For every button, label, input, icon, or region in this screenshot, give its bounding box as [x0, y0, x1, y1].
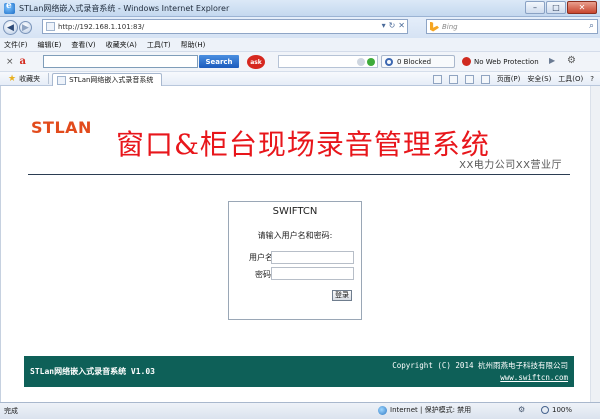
forward-button[interactable]: ▶: [19, 21, 32, 34]
header-divider: [28, 174, 570, 175]
window-title: STLan网络嵌入式录音系统 - Windows Internet Explor…: [19, 3, 230, 13]
menu-bar: 文件(F) 编辑(E) 查看(V) 收藏夹(A) 工具(T) 帮助(H): [0, 38, 600, 51]
status-tools: ⚙: [518, 405, 525, 414]
status-dot-icon: [357, 57, 365, 66]
ask-toolbar: × a Search ask 0 Blocked No Web Protecti…: [0, 51, 600, 71]
username-label: 用户名: [249, 253, 273, 262]
ask-logo-icon: a: [19, 55, 27, 67]
security-zone[interactable]: Internet | 保护模式: 禁用: [378, 405, 471, 415]
favorites-label[interactable]: 收藏夹: [19, 74, 40, 84]
zoom-control[interactable]: 100%: [541, 406, 572, 414]
menu-tools[interactable]: 工具(T): [147, 40, 171, 50]
cmd-page[interactable]: 页面(P): [497, 74, 521, 84]
divider: [48, 73, 50, 84]
password-label: 密码: [255, 270, 271, 279]
tab-title: STLan网络嵌入式录音系统: [69, 76, 154, 84]
mail-icon[interactable]: [464, 74, 474, 84]
status-text: 完成: [4, 407, 18, 415]
compat-view-icon[interactable]: ▾: [382, 21, 386, 30]
login-button[interactable]: 登录: [332, 290, 352, 301]
window-controls: – □ ✕: [524, 1, 597, 14]
globe-icon: [378, 405, 387, 415]
toolbar-search-input[interactable]: [43, 55, 198, 68]
check-icon: [367, 57, 375, 66]
no-entry-icon: [462, 57, 471, 66]
menu-file[interactable]: 文件(F): [4, 40, 28, 50]
favorites-star-icon[interactable]: ★: [8, 74, 16, 84]
toolbar-close-icon[interactable]: ×: [6, 57, 14, 67]
copyright-text: Copyright (C) 2014 杭州雨燕电子科技有限公司: [392, 361, 568, 370]
menu-favorites[interactable]: 收藏夹(A): [106, 40, 137, 50]
ask-badge[interactable]: ask: [247, 55, 265, 69]
cmd-safety[interactable]: 安全(S): [527, 74, 551, 84]
search-icon[interactable]: ⌕: [589, 21, 594, 31]
print-icon[interactable]: [480, 74, 490, 84]
blocked-icon: [385, 57, 393, 66]
page-footer: STLan网络嵌入式录音系统 V1.03 Copyright (C) 2014 …: [24, 356, 574, 387]
status-bar: 完成 Internet | 保护模式: 禁用 ⚙ 100%: [0, 402, 600, 419]
close-button[interactable]: ✕: [567, 1, 597, 14]
zoom-level: 100%: [552, 406, 573, 414]
menu-view[interactable]: 查看(V): [71, 40, 95, 50]
password-input[interactable]: [271, 267, 354, 280]
feeds-icon[interactable]: [448, 74, 458, 84]
web-protection-status[interactable]: No Web Protection: [462, 55, 544, 68]
stlan-logo: STLAN: [31, 118, 92, 137]
address-bar: ◀ ▶ http://192.168.1.101:83/ ▾ ↻ ✕ Bing …: [0, 17, 600, 38]
page-subtitle: XX电力公司XX营业厅: [459, 160, 562, 171]
help-icon[interactable]: ?: [590, 75, 594, 83]
zoom-icon: [541, 406, 549, 414]
toolbar-more-icon[interactable]: ▶: [549, 56, 555, 65]
toolbar-status-field[interactable]: [278, 55, 378, 68]
minimize-button[interactable]: –: [525, 1, 545, 14]
tab-page-icon: [57, 75, 67, 85]
zone-label: Internet | 保护模式: 禁用: [390, 406, 472, 414]
home-icon[interactable]: [432, 74, 442, 84]
search-placeholder: Bing: [442, 22, 458, 31]
username-input[interactable]: [271, 251, 354, 264]
ie-icon: [4, 1, 15, 14]
command-bar: 页面(P) 安全(S) 工具(O) ?: [432, 74, 594, 84]
toolbar-search-button[interactable]: Search: [199, 55, 239, 68]
blocked-label: 0 Blocked: [397, 57, 432, 66]
maximize-button[interactable]: □: [546, 1, 566, 14]
cmd-tools[interactable]: 工具(O): [558, 74, 583, 84]
url-actions: ▾ ↻ ✕: [382, 21, 405, 30]
web-protection-label: No Web Protection: [474, 57, 539, 66]
url-field[interactable]: http://192.168.1.101:83/ ▾ ↻ ✕: [42, 19, 408, 34]
login-panel: SWIFTCN 请输入用户名和密码: 用户名 密码 登录: [228, 201, 362, 320]
add-on-icon[interactable]: ⚙: [518, 405, 525, 414]
stop-icon[interactable]: ✕: [398, 21, 405, 30]
login-prompt: 请输入用户名和密码:: [257, 231, 333, 240]
blocked-counter[interactable]: 0 Blocked: [381, 55, 455, 68]
footer-copyright-block: Copyright (C) 2014 杭州雨燕电子科技有限公司 www.swif…: [392, 360, 568, 384]
window-titlebar: STLan网络嵌入式录音系统 - Windows Internet Explor…: [0, 0, 600, 17]
product-version: STLan网络嵌入式录音系统 V1.03: [30, 367, 155, 376]
login-heading: SWIFTCN: [272, 206, 318, 217]
url-text: http://192.168.1.101:83/: [58, 22, 145, 31]
gear-icon[interactable]: ⚙: [567, 55, 576, 66]
search-field[interactable]: Bing ⌕: [426, 19, 598, 34]
menu-help[interactable]: 帮助(H): [181, 40, 206, 50]
tab-active[interactable]: STLan网络嵌入式录音系统: [52, 73, 163, 86]
page-icon: [46, 22, 55, 31]
vertical-scrollbar[interactable]: [590, 86, 600, 402]
menu-edit[interactable]: 编辑(E): [38, 40, 62, 50]
bing-icon: [430, 21, 439, 32]
page-title: 窗口&柜台现场录音管理系统: [116, 128, 490, 161]
refresh-icon[interactable]: ↻: [389, 21, 396, 30]
website-link[interactable]: www.swiftcn.com: [392, 372, 568, 384]
back-button[interactable]: ◀: [3, 20, 18, 35]
favorites-bar: ★ 收藏夹 STLan网络嵌入式录音系统 页面(P) 安全(S) 工具(O) ?: [0, 71, 600, 86]
